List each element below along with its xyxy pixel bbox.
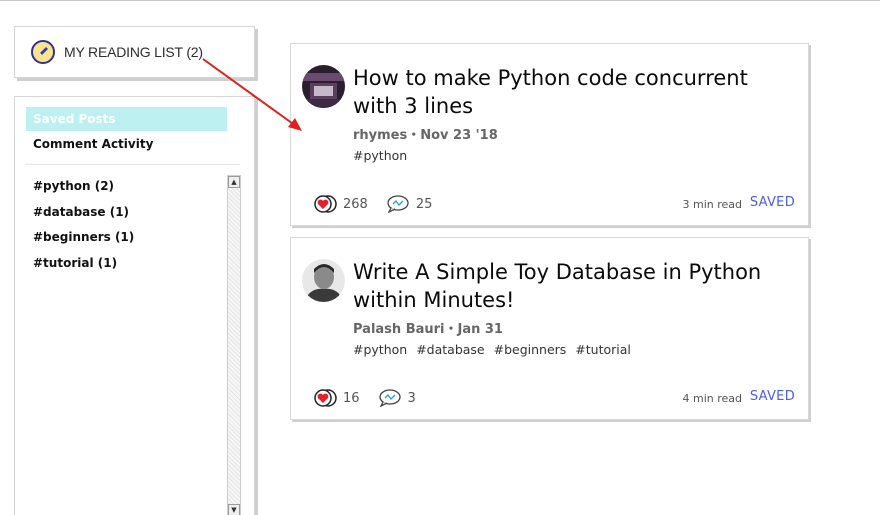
- tag-filter-beginners[interactable]: #beginners (1): [33, 230, 134, 256]
- sidebar-item-saved-posts[interactable]: Saved Posts: [26, 107, 227, 131]
- saved-button[interactable]: SAVED: [750, 389, 795, 404]
- heart-icon[interactable]: [313, 195, 337, 213]
- divider: [25, 164, 240, 165]
- tag-filter-python[interactable]: #python (2): [33, 179, 134, 205]
- post-title[interactable]: How to make Python code concurrent with …: [353, 64, 793, 120]
- post-tag[interactable]: #database: [416, 342, 484, 357]
- post-title[interactable]: Write A Simple Toy Database in Python wi…: [353, 258, 793, 314]
- pencil-icon: [31, 40, 55, 64]
- scroll-down-arrow-icon[interactable]: ▼: [228, 504, 240, 515]
- read-time: 3 min read: [682, 198, 742, 211]
- tag-filter-tutorial[interactable]: #tutorial (1): [33, 256, 134, 282]
- tag-filter-database[interactable]: #database (1): [33, 205, 134, 231]
- sidebar-item-comment-activity[interactable]: Comment Activity: [33, 137, 153, 151]
- reading-list-title: MY READING LIST (2): [64, 44, 203, 60]
- reaction-count: 16: [343, 390, 360, 406]
- tag-list-scrollbar[interactable]: ▲ ▼: [227, 175, 241, 515]
- comment-count: 25: [415, 196, 433, 212]
- comment-icon[interactable]: [386, 195, 410, 213]
- post-author-date[interactable]: rhymes・Nov 23 '18: [353, 124, 498, 143]
- reaction-count: 268: [343, 196, 368, 212]
- post-tag[interactable]: #python: [353, 148, 407, 163]
- comment-count: 3: [407, 390, 416, 406]
- post-tags: #python: [353, 148, 412, 163]
- post-tag[interactable]: #python: [353, 342, 407, 357]
- tag-filter-list: #python (2) #database (1) #beginners (1)…: [33, 179, 134, 281]
- saved-button[interactable]: SAVED: [750, 195, 795, 210]
- post-card[interactable]: How to make Python code concurrent with …: [290, 43, 809, 226]
- post-card[interactable]: Write A Simple Toy Database in Python wi…: [290, 237, 809, 420]
- reading-list-header[interactable]: MY READING LIST (2): [14, 26, 255, 78]
- post-tag[interactable]: #beginners: [494, 342, 567, 357]
- author-avatar[interactable]: [302, 259, 345, 302]
- post-tag[interactable]: #tutorial: [575, 342, 631, 357]
- post-author-date[interactable]: Palash Bauri・Jan 31: [353, 318, 503, 337]
- read-time: 4 min read: [682, 392, 742, 405]
- post-engagement: 268 25: [313, 195, 432, 213]
- post-tags: #python #database #beginners #tutorial: [353, 342, 636, 357]
- comment-icon[interactable]: [378, 389, 402, 407]
- heart-icon[interactable]: [313, 389, 337, 407]
- author-avatar[interactable]: [302, 65, 345, 108]
- sidebar: Saved Posts Comment Activity #python (2)…: [14, 96, 255, 515]
- post-engagement: 16 3: [313, 389, 416, 407]
- scroll-up-arrow-icon[interactable]: ▲: [228, 176, 240, 188]
